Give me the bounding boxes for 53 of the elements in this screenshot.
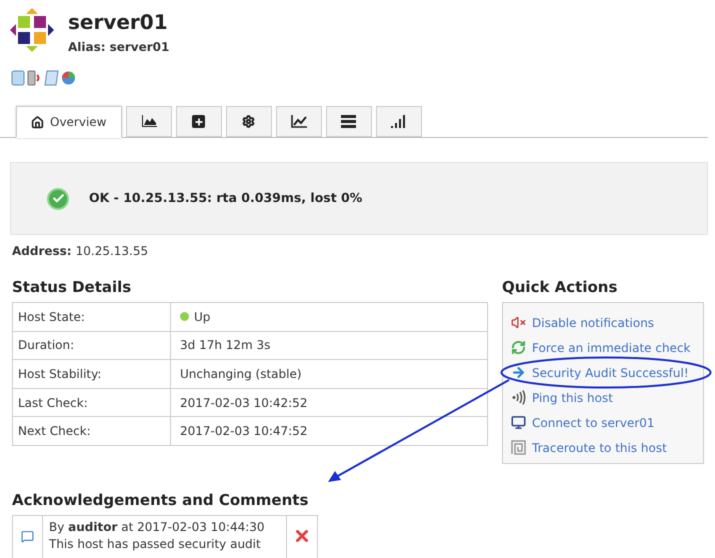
section-heading: Quick Actions xyxy=(502,278,618,296)
tab[interactable] xyxy=(326,106,372,137)
tab[interactable]: Overview xyxy=(16,106,122,138)
table-cell: Unchanging (stable) xyxy=(170,360,488,388)
phone-icon[interactable] xyxy=(27,70,42,86)
table-cell: 3d 17h 12m 3s xyxy=(170,331,488,360)
pinwheel-logo xyxy=(10,8,54,52)
delete-icon[interactable] xyxy=(293,527,311,545)
alias-value: server01 xyxy=(110,39,170,56)
action-link[interactable]: Traceroute to this host xyxy=(532,438,667,456)
comment-meta: By auditor at 2017-02-03 10:44:30 xyxy=(49,519,266,536)
square-spiral-icon xyxy=(511,440,526,455)
table-cell: Next Check: xyxy=(12,416,170,446)
section-heading: Status Details xyxy=(12,278,132,296)
line-chart-icon xyxy=(290,115,306,128)
scroll-icon[interactable] xyxy=(44,70,59,86)
plus-icon xyxy=(192,115,205,128)
action-link[interactable]: Disable notifications xyxy=(532,314,654,332)
tab[interactable] xyxy=(376,106,422,137)
tab[interactable] xyxy=(276,106,322,137)
comment-icon xyxy=(21,530,34,543)
address-value: 10.25.13.55 xyxy=(76,243,148,260)
table-cell: Last Check: xyxy=(12,388,170,417)
arrow-right-icon xyxy=(511,365,526,380)
comment-text: This host has passed security audit xyxy=(49,536,262,553)
alias-label: Alias: xyxy=(68,39,106,56)
status-text: OK - 10.25.13.55: rta 0.039ms, lost 0% xyxy=(89,189,362,208)
sound-waves-icon xyxy=(511,390,526,405)
address-label: Address: xyxy=(12,243,72,260)
home-icon xyxy=(31,116,44,128)
table-cell: 2017-02-03 10:42:52 xyxy=(170,388,488,417)
list-icon xyxy=(341,115,356,128)
table-cell: 2017-02-03 10:47:52 xyxy=(170,416,488,446)
document-icon[interactable] xyxy=(11,70,25,86)
table-cell: Duration: xyxy=(12,331,170,360)
muted-speaker-icon xyxy=(511,315,526,330)
tab[interactable] xyxy=(126,106,172,137)
refresh-icon xyxy=(511,340,526,355)
pie-chart-icon[interactable] xyxy=(61,70,76,86)
tab[interactable] xyxy=(176,106,222,137)
host-state-value: Up xyxy=(194,308,210,326)
tab[interactable] xyxy=(226,106,272,137)
action-link[interactable]: Ping this host xyxy=(532,388,613,406)
action-link[interactable]: Connect to server01 xyxy=(532,414,655,432)
computer-icon xyxy=(511,415,526,430)
area-chart-icon xyxy=(140,115,156,128)
section-heading: Acknowledgements and Comments xyxy=(12,491,310,509)
table-cell: Host State: xyxy=(12,302,170,332)
signal-bars-icon xyxy=(391,115,406,128)
settings-icon xyxy=(242,115,255,128)
action-link[interactable]: Force an immediate check xyxy=(532,338,690,356)
table-cell: Host Stability: xyxy=(12,360,170,388)
host-name: server01 xyxy=(68,9,169,35)
